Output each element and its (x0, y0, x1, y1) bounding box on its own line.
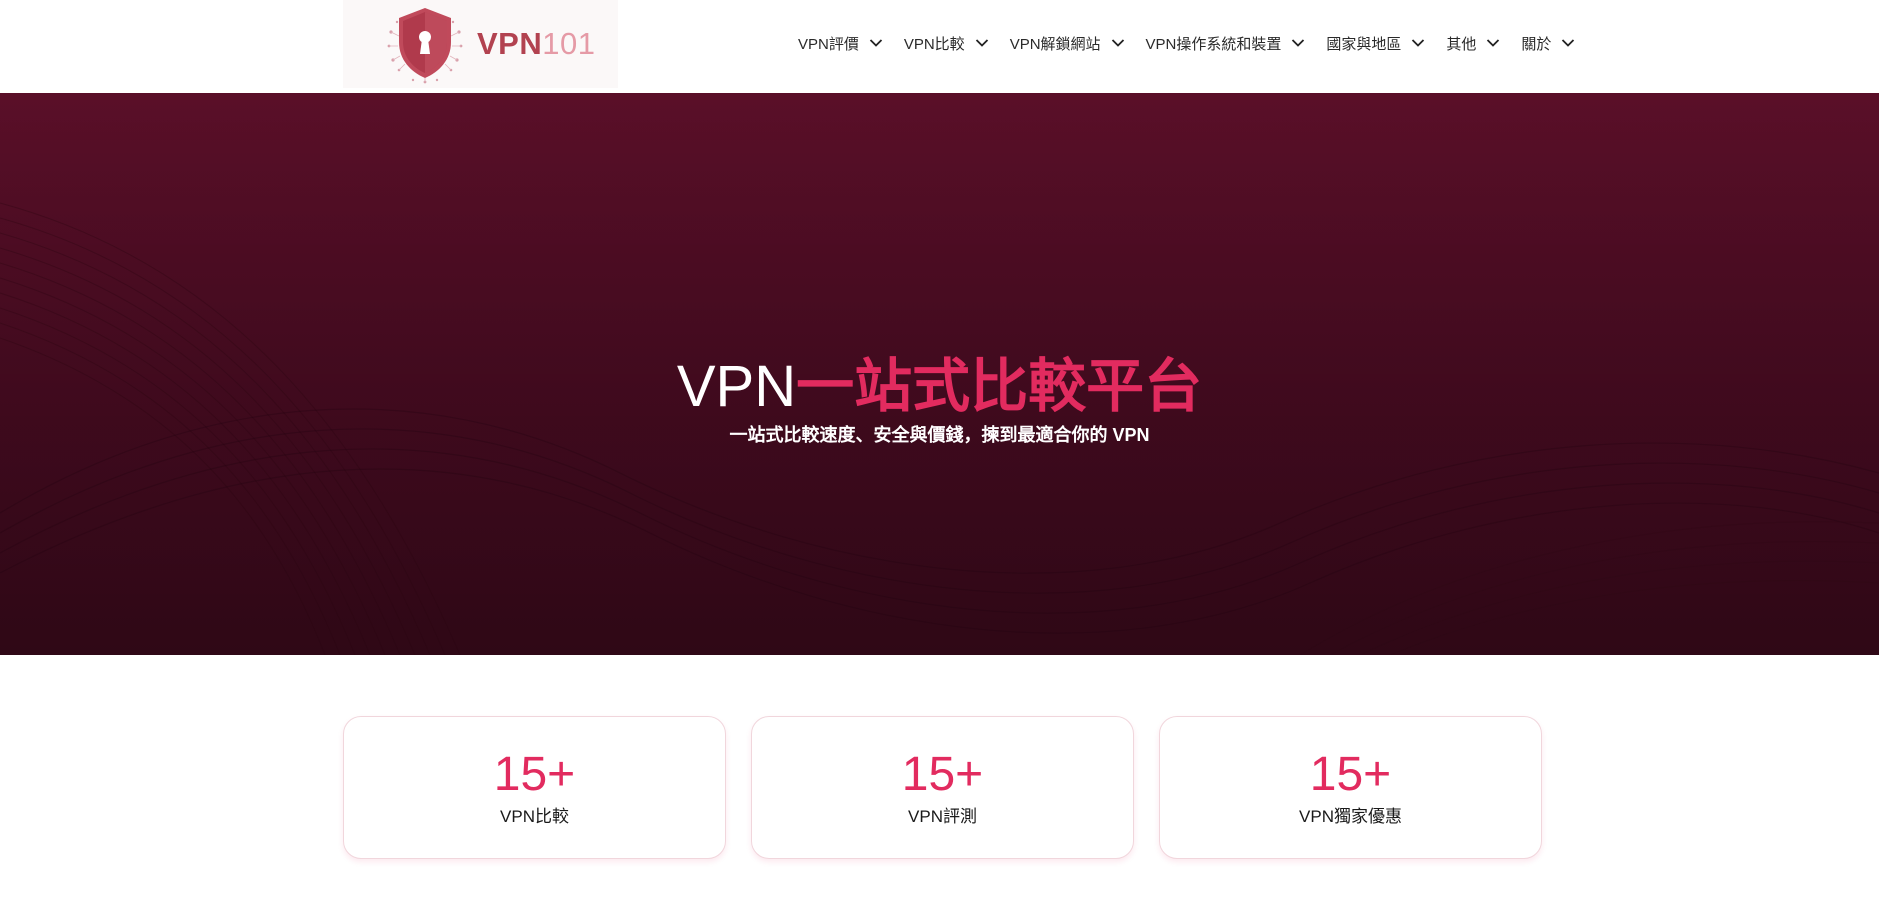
nav-item-label: 關於 (1521, 35, 1552, 53)
nav-item-vpn-os-devices[interactable]: VPN操作系統和裝置 (1146, 33, 1306, 54)
nav-item-vpn-unblock[interactable]: VPN解鎖網站 (1010, 33, 1125, 54)
nav-item-vpn-reviews[interactable]: VPN評價 (798, 33, 883, 54)
shield-keyhole-icon (387, 8, 463, 84)
chevron-down-icon (1292, 39, 1305, 47)
chevron-down-icon (869, 39, 882, 47)
nav-item-countries[interactable]: 國家與地區 (1326, 33, 1425, 54)
stat-card-reviews[interactable]: 15+ VPN評測 (751, 716, 1134, 859)
nav-item-vpn-compare[interactable]: VPN比較 (904, 33, 989, 54)
chevron-down-icon (1111, 39, 1124, 47)
chevron-down-icon (1487, 39, 1500, 47)
nav-item-label: 國家與地區 (1326, 35, 1402, 53)
stat-card-deals[interactable]: 15+ VPN獨家優惠 (1159, 716, 1542, 859)
site-header: VPN101 VPN評價 VPN比較 VPN解鎖網站 VPN操作系統和裝置 國家… (0, 0, 1879, 93)
hero-subtitle: 一站式比較速度、安全與價錢，揀到最適合你的 VPN (729, 425, 1150, 445)
stat-label: VPN獨家優惠 (1299, 807, 1402, 826)
nav-item-label: VPN評價 (798, 35, 859, 53)
stat-label: VPN比較 (500, 807, 569, 826)
logo-text-number: 101 (542, 26, 596, 61)
nav-item-label: VPN操作系統和裝置 (1145, 35, 1282, 53)
stat-value: 15+ (901, 748, 984, 801)
nav-item-label: 其他 (1446, 35, 1477, 53)
stats-row: 15+ VPN比較 15+ VPN評測 15+ VPN獨家優惠 (343, 716, 1543, 860)
hero-title-vpn: VPN (676, 353, 797, 419)
hero-banner: VPN一站式比較平台 一站式比較速度、安全與價錢，揀到最適合你的 VPN (0, 93, 1879, 655)
stat-label: VPN評測 (908, 807, 977, 826)
chevron-down-icon (1562, 39, 1575, 47)
site-logo[interactable]: VPN101 (343, 0, 618, 88)
nav-item-others[interactable]: 其他 (1446, 33, 1500, 54)
stat-value: 15+ (1309, 748, 1392, 801)
stat-card-comparisons[interactable]: 15+ VPN比較 (343, 716, 726, 859)
nav-item-label: VPN解鎖網站 (1009, 35, 1101, 53)
nav-item-about[interactable]: 關於 (1521, 33, 1575, 54)
chevron-down-icon (975, 39, 988, 47)
hero-title-accent: 一站式比較平台 (796, 353, 1203, 419)
chevron-down-icon (1412, 39, 1425, 47)
nav-item-label: VPN比較 (903, 35, 965, 53)
logo-text-vpn: VPN (477, 26, 543, 61)
hero-title: VPN一站式比較平台 (0, 352, 1879, 422)
main-nav: VPN評價 VPN比較 VPN解鎖網站 VPN操作系統和裝置 國家與地區 其他 … (798, 27, 1575, 59)
stat-value: 15+ (493, 748, 576, 801)
logo-wordmark: VPN101 (477, 26, 595, 62)
